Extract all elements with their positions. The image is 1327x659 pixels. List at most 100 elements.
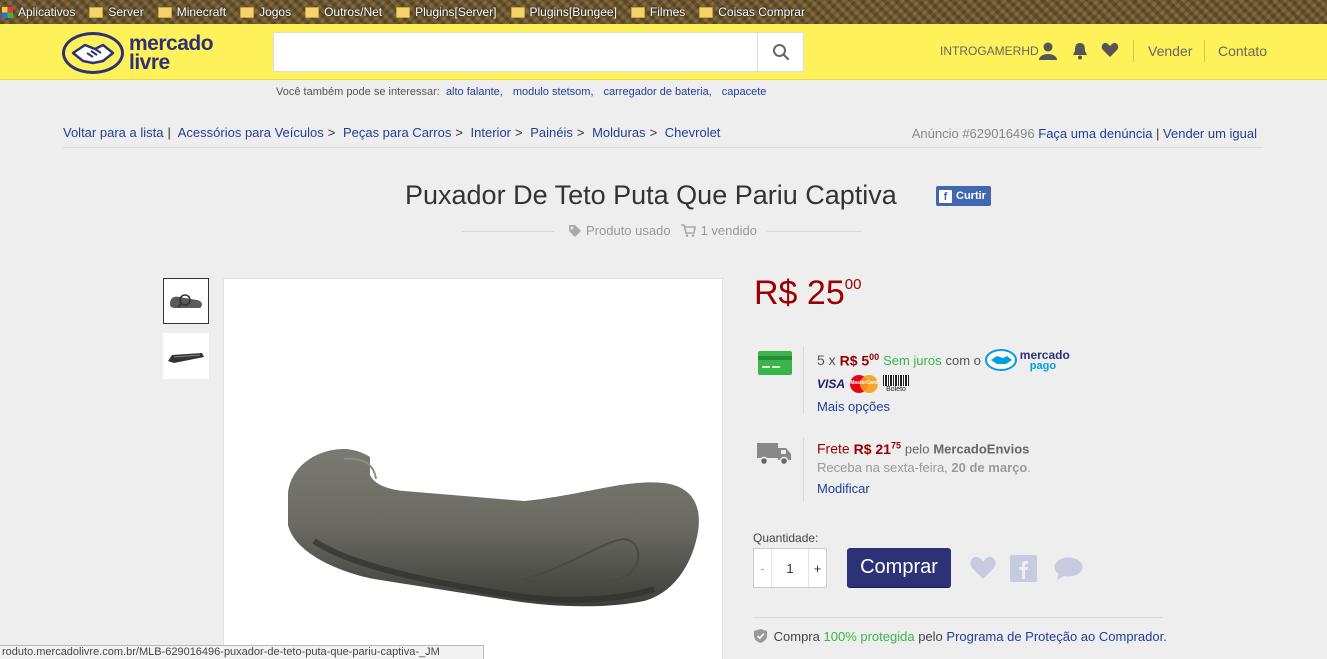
truck-icon — [757, 443, 791, 466]
divider — [767, 231, 861, 232]
search-input[interactable] — [274, 33, 758, 71]
shipping-amount: R$ 21 — [853, 440, 891, 457]
divider — [803, 347, 804, 413]
boleto-logo: Boleto — [883, 375, 910, 393]
folder-icon — [157, 6, 172, 18]
breadcrumb-arrow: > — [455, 125, 463, 140]
user-icon[interactable] — [1038, 42, 1058, 60]
quantity-label: Quantidade: — [753, 531, 819, 545]
bookmark-apps[interactable]: Aplicativos — [2, 5, 75, 19]
visa-logo: VISA — [817, 377, 846, 391]
breadcrumb-divider: | — [167, 125, 171, 140]
protection-program-link[interactable]: Programa de Proteção ao Comprador. — [946, 629, 1166, 644]
folder-icon — [89, 6, 104, 18]
carrier-name: MercadoEnvios — [933, 441, 1030, 457]
username-link[interactable]: INTROGAMERHD — [940, 44, 1039, 58]
folder-icon — [305, 6, 320, 18]
breadcrumb-item[interactable]: Painéis — [530, 125, 573, 140]
installment-cents: 00 — [869, 351, 880, 362]
sell-link[interactable]: Vender — [1148, 43, 1192, 59]
bookmark-folder[interactable]: Coisas Comprar — [699, 5, 805, 19]
quantity-stepper: - 1 + — [753, 548, 827, 588]
breadcrumb-arrow: > — [649, 125, 658, 140]
tag-icon — [569, 224, 581, 237]
ad-number: Anúncio #629016496 — [911, 126, 1035, 141]
delivery-date: 20 de março — [951, 460, 1028, 475]
favorite-heart-icon[interactable] — [969, 555, 997, 581]
product-meta: Produto usado 1 vendido — [568, 223, 757, 238]
sell-same-link[interactable]: Vender um igual — [1163, 126, 1257, 141]
bookmark-label: Outros/Net — [324, 5, 383, 19]
facebook-icon: f — [939, 189, 952, 203]
report-link[interactable]: Faça uma denúncia — [1038, 126, 1152, 141]
heart-icon[interactable] — [1101, 42, 1119, 58]
buyer-protection: Compra 100% protegida pelo Programa de P… — [754, 629, 1167, 644]
bookmark-folder[interactable]: Jogos — [240, 5, 291, 19]
quantity-decrease-button[interactable]: - — [754, 549, 772, 587]
suggestion-link[interactable]: modulo stetsom, — [513, 86, 594, 98]
header-divider — [1204, 40, 1205, 62]
breadcrumb-item[interactable]: Peças para Carros — [343, 125, 451, 140]
site-header: mercado livre INTROGAMERHD Vender Contat… — [0, 24, 1327, 80]
mercadolivre-logo[interactable]: mercado livre — [62, 32, 228, 74]
shipping-info: Frete R$ 2175 pelo MercadoEnvios Receba … — [817, 440, 1031, 496]
breadcrumb-arrow: > — [576, 125, 585, 140]
question-bubble-icon[interactable] — [1054, 557, 1083, 581]
cart-icon — [680, 224, 696, 237]
thumbnail-1[interactable] — [163, 278, 209, 324]
breadcrumb-arrow: > — [515, 125, 523, 140]
bell-icon[interactable] — [1071, 42, 1089, 60]
thumbnail-2[interactable] — [163, 333, 209, 379]
suggestion-link[interactable]: carregador de bateria, — [604, 86, 712, 98]
folder-icon — [630, 6, 645, 18]
bookmark-folder[interactable]: Filmes — [630, 5, 685, 19]
shield-icon — [754, 629, 767, 643]
buy-button[interactable]: Comprar — [847, 548, 951, 587]
breadcrumb-item[interactable]: Interior — [471, 125, 511, 140]
apps-icon — [2, 6, 13, 18]
product-price: R$ 2500 — [754, 274, 861, 313]
bookmark-folder[interactable]: Server — [89, 5, 144, 19]
sold-count: 1 vendido — [700, 223, 757, 238]
back-to-list-link[interactable]: Voltar para a lista — [63, 125, 163, 140]
divider — [462, 231, 554, 232]
search-button[interactable] — [757, 33, 803, 71]
breadcrumb-item[interactable]: Chevrolet — [665, 125, 721, 140]
breadcrumb: Voltar para a lista | Acessórios para Veí… — [63, 125, 720, 140]
bookmark-folder[interactable]: Minecraft — [157, 5, 226, 19]
breadcrumb-item[interactable]: Acessórios para Veículos — [178, 125, 324, 140]
product-photo — [288, 449, 699, 607]
bookmark-folder[interactable]: Plugins[Bungee] — [510, 5, 617, 19]
search-icon — [772, 44, 789, 61]
facebook-share-icon[interactable] — [1010, 555, 1037, 582]
bookmark-label: Plugins[Bungee] — [529, 5, 617, 19]
product-main-image[interactable] — [223, 278, 723, 659]
quantity-increase-button[interactable]: + — [808, 549, 826, 587]
more-options-link[interactable]: Mais opções — [817, 399, 890, 414]
product-thumbnail-image — [170, 294, 202, 308]
product-thumbnail-image — [168, 353, 204, 363]
bookmark-folder[interactable]: Outros/Net — [305, 5, 382, 19]
modify-shipping-link[interactable]: Modificar — [817, 481, 870, 496]
bookmark-label: Coisas Comprar — [718, 5, 805, 19]
suggestion-link[interactable]: capacete — [722, 86, 767, 98]
bookmark-folder[interactable]: Plugins[Server] — [396, 5, 497, 19]
suggestion-link[interactable]: alto falante, — [446, 86, 503, 98]
quantity-input[interactable]: 1 — [772, 549, 808, 587]
logo-text: mercado livre — [129, 33, 214, 73]
installments-count: 5 x — [817, 352, 836, 368]
divider — [753, 617, 1163, 618]
divider — [803, 437, 804, 501]
delivery-text: Receba na sexta-feira, — [817, 460, 948, 475]
payment-info: 5 x R$ 500 Sem juros com o mercado pago V… — [817, 349, 1070, 415]
mercadopago-logo[interactable]: mercado pago — [984, 349, 1070, 371]
breadcrumb-item[interactable]: Molduras — [592, 125, 645, 140]
divider — [63, 147, 1263, 148]
price-value: R$ 25 — [754, 274, 845, 312]
protection-pre: Compra — [773, 629, 820, 644]
ad-divider: | — [1152, 126, 1164, 141]
search-box — [273, 32, 804, 72]
boleto-label: Boleto — [886, 386, 906, 393]
facebook-like-button[interactable]: f Curtir — [936, 186, 991, 206]
contact-link[interactable]: Contato — [1218, 43, 1267, 59]
